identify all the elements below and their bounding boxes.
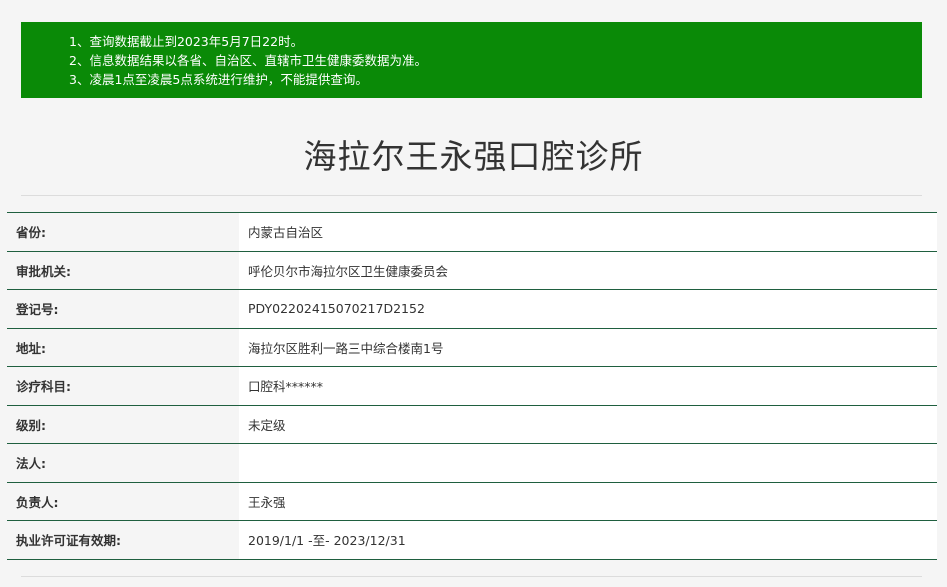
table-row-level: 级别: 未定级 bbox=[7, 405, 937, 444]
title-divider bbox=[21, 195, 922, 196]
row-value: 呼伦贝尔市海拉尔区卫生健康委员会 bbox=[239, 251, 937, 289]
page: 1、查询数据截止到2023年5月7日22时。 2、信息数据结果以各省、自治区、直… bbox=[0, 0, 947, 587]
row-value: 口腔科****** bbox=[239, 367, 937, 405]
table-row-registration-number: 登记号: PDY02202415070217D2152 bbox=[7, 290, 937, 329]
notice-banner: 1、查询数据截止到2023年5月7日22时。 2、信息数据结果以各省、自治区、直… bbox=[21, 22, 922, 98]
row-label: 登记号: bbox=[7, 290, 239, 328]
table-row-person-in-charge: 负责人: 王永强 bbox=[7, 482, 937, 521]
row-label: 法人: bbox=[7, 444, 239, 482]
page-title: 海拉尔王永强口腔诊所 bbox=[303, 137, 644, 176]
row-label: 诊疗科目: bbox=[7, 367, 239, 405]
row-label: 负责人: bbox=[7, 482, 239, 520]
table-row-departments: 诊疗科目: 口腔科****** bbox=[7, 367, 937, 406]
title-area: 海拉尔王永强口腔诊所 bbox=[0, 130, 947, 178]
notice-line-1: 1、查询数据截止到2023年5月7日22时。 bbox=[69, 34, 304, 49]
row-value: 王永强 bbox=[239, 482, 937, 520]
notice-line-3: 3、凌晨1点至凌晨5点系统进行维护，不能提供查询。 bbox=[69, 72, 368, 87]
row-label: 地址: bbox=[7, 328, 239, 366]
row-label: 级别: bbox=[7, 405, 239, 443]
table-row-province: 省份: 内蒙古自治区 bbox=[7, 213, 937, 252]
table-row-approval-authority: 审批机关: 呼伦贝尔市海拉尔区卫生健康委员会 bbox=[7, 251, 937, 290]
row-value: 2019/1/1 -至- 2023/12/31 bbox=[239, 521, 937, 559]
table-row-license-validity: 执业许可证有效期: 2019/1/1 -至- 2023/12/31 bbox=[7, 521, 937, 560]
row-label: 执业许可证有效期: bbox=[7, 521, 239, 559]
row-value bbox=[239, 444, 937, 482]
row-label: 审批机关: bbox=[7, 251, 239, 289]
row-value: 海拉尔区胜利一路三中综合楼南1号 bbox=[239, 328, 937, 366]
clinic-info-table: 省份: 内蒙古自治区 审批机关: 呼伦贝尔市海拉尔区卫生健康委员会 登记号: P… bbox=[7, 212, 937, 560]
row-value: 内蒙古自治区 bbox=[239, 213, 937, 251]
row-value: PDY02202415070217D2152 bbox=[239, 290, 937, 328]
row-label: 省份: bbox=[7, 213, 239, 251]
row-value: 未定级 bbox=[239, 405, 937, 443]
bottom-divider bbox=[21, 576, 922, 577]
notice-line-2: 2、信息数据结果以各省、自治区、直辖市卫生健康委数据为准。 bbox=[69, 53, 427, 68]
table-row-legal-person: 法人: bbox=[7, 444, 937, 483]
table-row-address: 地址: 海拉尔区胜利一路三中综合楼南1号 bbox=[7, 328, 937, 367]
